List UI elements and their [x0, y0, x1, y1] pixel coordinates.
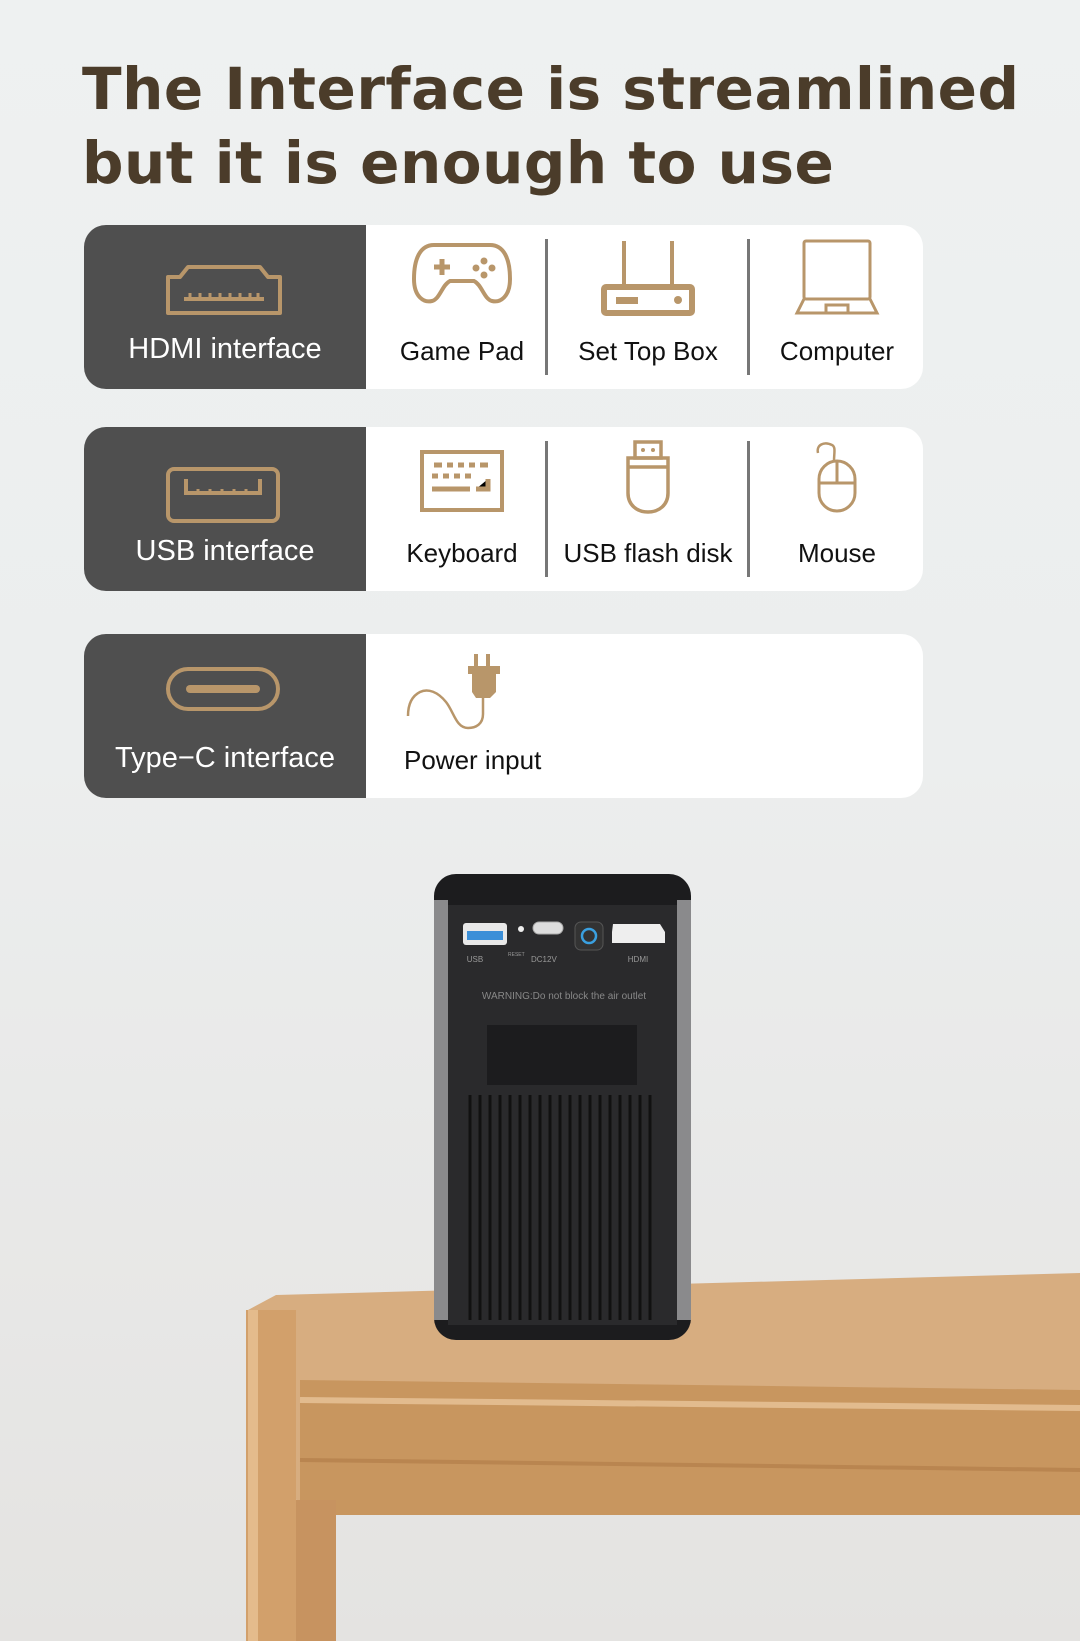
keyboard-icon [420, 450, 504, 512]
type-c-panel: Type−C interface [84, 634, 366, 798]
dc-port-label: DC12V [531, 955, 557, 964]
set-top-box-label: Set Top Box [578, 336, 718, 366]
title-line-2: but it is enough to use [82, 129, 835, 197]
title-line-1: The Interface is streamlined [82, 55, 1020, 123]
page-title: The Interface is streamlined but it is en… [82, 52, 1019, 200]
hdmi-port-icon [166, 265, 282, 315]
warning-label: WARNING:Do not block the air outlet [482, 991, 646, 1002]
power-plug-icon [406, 654, 500, 730]
set-top-box-icon [601, 241, 695, 316]
mouse-label: Mouse [797, 538, 877, 568]
type-c-port-icon [166, 667, 280, 711]
computer-label: Computer [779, 336, 895, 366]
hdmi-panel: HDMI interface [84, 225, 366, 389]
hdmi-port-label: HDMI [628, 955, 648, 964]
hdmi-row: HDMI interface Game Pad Set Top Box Comp… [84, 225, 923, 389]
item-game-pad: Game Pad [374, 225, 550, 389]
reset-label: RESET [508, 952, 525, 958]
item-power-input: Power input [404, 634, 604, 798]
usb-panel: USB interface [84, 427, 366, 591]
gamepad-icon [412, 243, 512, 304]
usb-row: USB interface Keyboard USB flash disk Mo… [84, 427, 923, 591]
usb-interface-label: USB interface [135, 535, 315, 567]
hdmi-interface-label: HDMI interface [128, 333, 322, 365]
usb-port-label: USB [467, 955, 483, 964]
projector-device [434, 874, 691, 1340]
usb-flash-disk-icon [626, 440, 670, 514]
wooden-table [246, 1273, 1080, 1641]
item-computer: Computer [750, 225, 923, 389]
item-mouse: Mouse [750, 427, 923, 591]
item-set-top-box: Set Top Box [548, 225, 748, 389]
power-input-label: Power input [404, 745, 542, 775]
keyboard-label: Keyboard [406, 538, 518, 568]
type-c-row: Type−C interface Power input [84, 634, 923, 798]
usb-flash-disk-label: USB flash disk [563, 538, 733, 568]
item-keyboard: Keyboard [374, 427, 550, 591]
item-usb-flash-disk: USB flash disk [548, 427, 748, 591]
game-pad-label: Game Pad [399, 336, 525, 366]
laptop-icon [794, 239, 880, 315]
usb-port-icon [166, 467, 280, 523]
mouse-icon [816, 442, 857, 513]
type-c-interface-label: Type−C interface [114, 742, 336, 774]
